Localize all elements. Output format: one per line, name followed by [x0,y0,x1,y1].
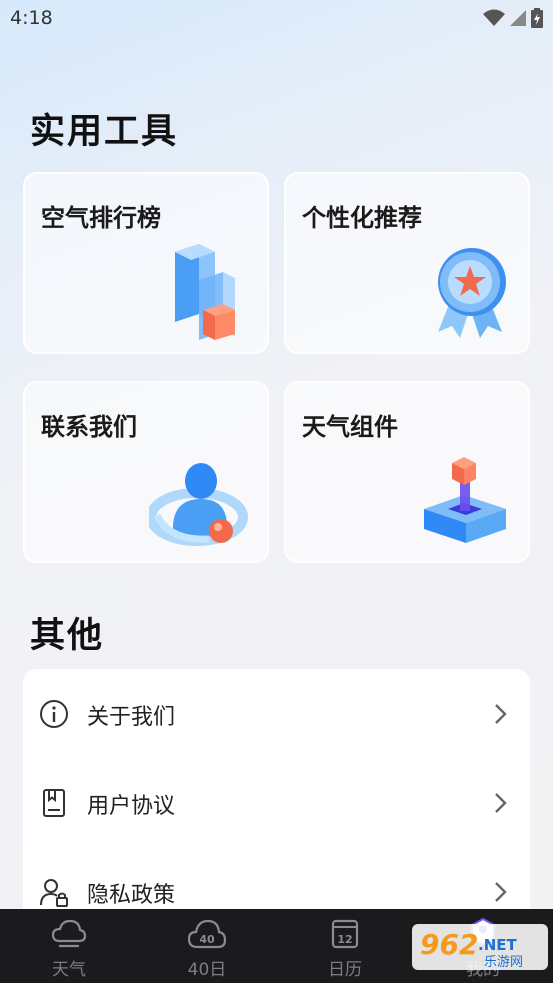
card-contact-us[interactable]: 联系我们 [23,381,269,563]
chevron-right-icon [495,704,507,724]
cloud-40-icon: 40 [187,919,227,949]
tab-40-days-label: 40日 [187,960,227,980]
tab-40-days[interactable]: 40 40日 [138,909,276,983]
wifi-icon [483,9,505,26]
tools-section-title: 实用工具 [30,112,179,152]
status-icons [483,8,543,28]
card-personalized-recommend[interactable]: 个性化推荐 [284,172,530,354]
list-item-user-agreement-label: 用户协议 [87,794,176,819]
list-item-about-us-label: 关于我们 [87,705,176,730]
cloud-icon [51,919,87,948]
calendar-icon: 12 [331,919,359,949]
calendar-icon-text: 12 [337,933,352,946]
tab-calendar[interactable]: 12 日历 [276,909,414,983]
medal-icon [438,248,506,338]
tab-weather-label: 天气 [52,960,86,980]
status-bar: 4:18 [0,0,553,38]
bar-chart-3d-icon [175,244,235,340]
card-contact-us-label: 联系我们 [41,413,137,441]
watermark-suffix-text: .NET [478,936,517,954]
widget-cube-icon [424,457,506,543]
card-air-ranking-label: 空气排行榜 [41,204,161,232]
cloud-40-icon-text: 40 [199,933,215,946]
list-item-privacy-policy-label: 隐私政策 [87,883,176,908]
list-item-user-agreement[interactable]: 用户协议 [23,758,530,846]
watermark-sub-text: 乐游网 [484,955,523,970]
card-air-ranking[interactable]: 空气排行榜 [23,172,269,354]
chevron-right-icon [495,793,507,813]
contact-person-icon [149,463,248,546]
status-time: 4:18 [10,7,53,29]
battery-icon [531,8,543,28]
list-item-about-us[interactable]: 关于我们 [23,669,530,757]
card-weather-widget-label: 天气组件 [302,413,398,441]
info-icon [40,700,68,728]
card-weather-widget[interactable]: 天气组件 [284,381,530,563]
card-personalized-recommend-label: 个性化推荐 [302,204,422,232]
tab-calendar-label: 日历 [328,960,362,980]
site-watermark-logo: 962 .NET 乐游网 [412,924,548,970]
other-section-title: 其他 [30,616,105,656]
document-icon [43,789,65,817]
signal-icon [510,10,526,26]
tab-weather[interactable]: 天气 [0,909,138,983]
other-list: 关于我们 用户协议 隐私政策 [23,669,530,939]
chevron-right-icon [495,882,507,902]
watermark-main-text: 962 [420,928,478,961]
user-lock-icon [40,879,68,907]
